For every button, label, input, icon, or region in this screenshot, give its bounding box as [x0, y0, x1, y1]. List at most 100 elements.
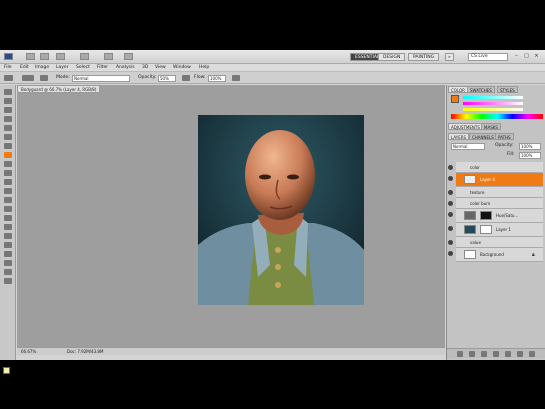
layer-group-value[interactable]: value: [448, 237, 543, 248]
tab-swatches[interactable]: SWATCHES: [467, 86, 495, 93]
zoom-tool-icon[interactable]: [4, 278, 12, 284]
hand-tool-icon[interactable]: [4, 269, 12, 275]
blend-mode-select[interactable]: Normal: [451, 143, 485, 150]
opacity-field[interactable]: 50%: [158, 75, 176, 82]
arrange-documents-icon[interactable]: [104, 53, 113, 60]
dodge-tool-icon[interactable]: [4, 206, 12, 212]
eyedropper-tool-icon[interactable]: [4, 134, 12, 140]
menu-help[interactable]: Help: [199, 64, 209, 72]
layer-1[interactable]: Layer 1: [448, 223, 543, 237]
3d-orbit-tool-icon[interactable]: [4, 260, 12, 266]
3d-rotate-tool-icon[interactable]: [4, 251, 12, 257]
layer-opacity-field[interactable]: 100%: [519, 143, 541, 150]
history-brush-tool-icon[interactable]: [4, 170, 12, 176]
gradient-tool-icon[interactable]: [4, 188, 12, 194]
flow-field[interactable]: 100%: [208, 75, 226, 82]
artwork-canvas[interactable]: [198, 115, 364, 305]
mode-select[interactable]: Normal: [72, 75, 130, 82]
screen-mode-icon[interactable]: [124, 53, 133, 60]
color-ramp[interactable]: [451, 114, 543, 119]
clone-stamp-tool-icon[interactable]: [4, 161, 12, 167]
color-slider-r[interactable]: [463, 96, 523, 99]
layer-hue-saturation[interactable]: Hue/Satu...: [448, 209, 543, 223]
color-slider-g[interactable]: [463, 102, 523, 105]
menu-filter[interactable]: Filter: [97, 64, 108, 72]
menu-file[interactable]: File: [4, 64, 12, 72]
blur-tool-icon[interactable]: [4, 197, 12, 203]
link-layers-icon[interactable]: [457, 351, 463, 357]
healing-tool-icon[interactable]: [4, 143, 12, 149]
brush-panel-toggle-icon[interactable]: [40, 75, 48, 81]
tab-color[interactable]: COLOR: [448, 86, 468, 93]
menu-analysis[interactable]: Analysis: [116, 64, 135, 72]
visibility-eye-icon[interactable]: [448, 240, 453, 245]
menu-window[interactable]: Window: [173, 64, 191, 72]
pressure-opacity-icon[interactable]: [182, 75, 190, 81]
path-select-tool-icon[interactable]: [4, 233, 12, 239]
menu-view[interactable]: View: [155, 64, 166, 72]
tab-paths[interactable]: PATHS: [495, 133, 514, 140]
lasso-tool-icon[interactable]: [4, 107, 12, 113]
brush-preset-icon[interactable]: [4, 75, 13, 81]
view-extras-icon[interactable]: [56, 53, 65, 60]
trash-icon[interactable]: [529, 351, 535, 357]
menu-3d[interactable]: 3D: [142, 64, 148, 72]
marquee-tool-icon[interactable]: [4, 98, 12, 104]
new-group-icon[interactable]: [505, 351, 511, 357]
airbrush-icon[interactable]: [232, 75, 240, 81]
minibridge-icon[interactable]: [40, 53, 49, 60]
pen-tool-icon[interactable]: [4, 215, 12, 221]
layer-group-texture[interactable]: texture: [448, 187, 543, 198]
fill-field[interactable]: 100%: [519, 152, 541, 159]
layer-group-color-burn[interactable]: color burn: [448, 198, 543, 209]
tab-channels[interactable]: CHANNELS: [469, 133, 497, 140]
zoom-readout[interactable]: 66.67%: [21, 348, 36, 355]
layers-footer: [447, 348, 545, 358]
visibility-eye-icon[interactable]: [448, 226, 453, 231]
type-tool-icon[interactable]: [4, 224, 12, 230]
menu-select[interactable]: Select: [76, 64, 90, 72]
cs-live-button[interactable]: CS Live: [468, 53, 508, 61]
more-workspaces-button[interactable]: »: [445, 53, 454, 61]
move-tool-icon[interactable]: [4, 89, 12, 95]
new-layer-icon[interactable]: [517, 351, 523, 357]
bridge-icon[interactable]: [26, 53, 35, 60]
ps-logo-icon: [4, 53, 13, 60]
menu-image[interactable]: Image: [35, 64, 49, 72]
crop-tool-icon[interactable]: [4, 125, 12, 131]
visibility-eye-icon[interactable]: [448, 190, 453, 195]
tab-adjustments[interactable]: ADJUSTMENTS: [448, 123, 483, 130]
visibility-eye-icon[interactable]: [448, 165, 453, 170]
visibility-eye-icon[interactable]: [448, 212, 453, 217]
tab-masks[interactable]: MASKS: [481, 123, 501, 130]
minimize-icon[interactable]: –: [513, 53, 520, 60]
foreground-color-swatch[interactable]: [3, 367, 10, 374]
menu-layer[interactable]: Layer: [56, 64, 69, 72]
foreground-swatch[interactable]: [451, 95, 459, 103]
visibility-eye-icon[interactable]: [448, 201, 453, 206]
zoom-level-icon[interactable]: [80, 53, 89, 60]
layer-style-icon[interactable]: [469, 351, 475, 357]
new-adjustment-icon[interactable]: [493, 351, 499, 357]
color-slider-b[interactable]: [463, 108, 523, 111]
maximize-icon[interactable]: □: [523, 53, 530, 60]
close-icon[interactable]: ×: [533, 53, 540, 60]
add-mask-icon[interactable]: [481, 351, 487, 357]
tab-styles[interactable]: STYLES: [497, 86, 518, 93]
document-tab[interactable]: Bodyguard @ 66.7% (Layer 4, RGB/8): [17, 85, 101, 93]
quick-select-tool-icon[interactable]: [4, 116, 12, 122]
menu-edit[interactable]: Edit: [20, 64, 29, 72]
layer-group-color[interactable]: color: [448, 162, 543, 173]
brush-size-picker[interactable]: [22, 75, 34, 81]
layer-background[interactable]: Background 🔒︎: [448, 248, 543, 262]
brush-tool-icon[interactable]: [4, 152, 12, 158]
visibility-eye-icon[interactable]: [448, 251, 453, 256]
layer-4[interactable]: Layer 4: [448, 173, 543, 187]
photoshop-window: ESSENTIALS DESIGN PAINTING » CS Live – □…: [0, 50, 545, 374]
tab-layers[interactable]: LAYERS: [448, 133, 470, 140]
workspace-design-button[interactable]: DESIGN: [378, 53, 406, 61]
eraser-tool-icon[interactable]: [4, 179, 12, 185]
workspace-painting-button[interactable]: PAINTING: [408, 53, 440, 61]
shape-tool-icon[interactable]: [4, 242, 12, 248]
visibility-eye-icon[interactable]: [448, 176, 453, 181]
